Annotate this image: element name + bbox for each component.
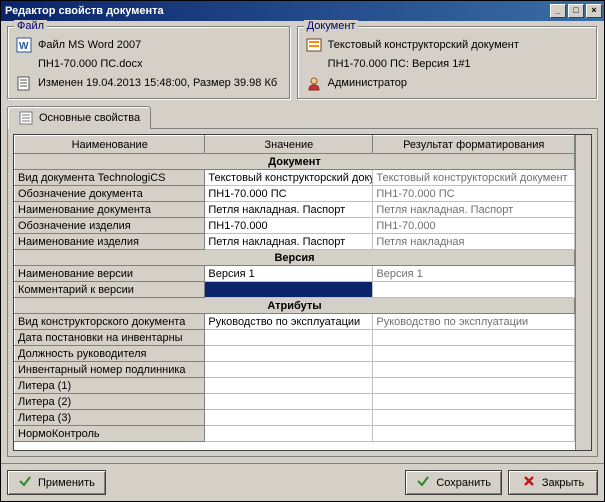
section-document: Документ — [15, 154, 575, 170]
apply-button[interactable]: Применить — [7, 470, 106, 495]
section-attributes: Атрибуты — [15, 298, 575, 314]
info-panels: Файл W Файл MS Word 2007 ПН1-70.000 ПС.d… — [7, 26, 598, 100]
file-path-label: ПН1-70.000 ПС.docx — [38, 58, 142, 70]
maximize-button[interactable]: □ — [568, 4, 584, 18]
document-properties-icon — [16, 75, 32, 91]
table-row: Наименование версииВерсия 1Версия 1 — [15, 266, 575, 282]
document-user-label: Администратор — [328, 77, 407, 89]
check-icon — [416, 474, 430, 491]
svg-text:W: W — [19, 41, 29, 52]
table-row: НормоКонтроль — [15, 426, 575, 442]
tab-main-properties[interactable]: Основные свойства — [7, 106, 151, 129]
user-icon — [306, 75, 322, 91]
file-fieldset: Файл W Файл MS Word 2007 ПН1-70.000 ПС.d… — [7, 26, 291, 100]
section-version: Версия — [15, 250, 575, 266]
document-legend: Документ — [304, 20, 359, 32]
save-button[interactable]: Сохранить — [405, 470, 502, 495]
button-bar: Применить Сохранить Закрыть — [1, 463, 604, 501]
table-row: Литера (1) — [15, 378, 575, 394]
titlebar-buttons: _ □ × — [548, 4, 602, 18]
table-row: Должность руководителя — [15, 346, 575, 362]
file-legend: Файл — [14, 20, 47, 32]
col-value[interactable]: Значение — [205, 136, 373, 154]
close-window-button[interactable]: × — [586, 4, 602, 18]
content: Файл W Файл MS Word 2007 ПН1-70.000 ПС.d… — [1, 21, 604, 463]
vertical-scrollbar[interactable] — [575, 135, 591, 450]
property-grid[interactable]: Наименование Значение Результат форматир… — [13, 134, 592, 451]
document-type-icon — [306, 37, 322, 53]
table-row: Обозначение изделияПН1-70.000ПН1-70.000 — [15, 218, 575, 234]
col-name[interactable]: Наименование — [15, 136, 205, 154]
table-row: Литера (2) — [15, 394, 575, 410]
tab-strip: Основные свойства — [7, 106, 598, 129]
window: Редактор свойств документа _ □ × Файл W … — [0, 0, 605, 502]
document-version-label: ПН1-70.000 ПС: Версия 1#1 — [328, 58, 471, 70]
table-row: Инвентарный номер подлинника — [15, 362, 575, 378]
titlebar: Редактор свойств документа _ □ × — [1, 1, 604, 21]
table-row: Вид конструкторского документаРуководств… — [15, 314, 575, 330]
table-row: Дата постановки на инвентарны — [15, 330, 575, 346]
table-row: Обозначение документаПН1-70.000 ПСПН1-70… — [15, 186, 575, 202]
check-icon — [18, 474, 32, 491]
grid-header-row: Наименование Значение Результат форматир… — [15, 136, 575, 154]
minimize-button[interactable]: _ — [550, 4, 566, 18]
properties-icon — [18, 110, 34, 126]
table-row: Литера (3) — [15, 410, 575, 426]
table-row: Наименование изделияПетля накладная. Пас… — [15, 234, 575, 250]
selected-cell[interactable] — [205, 282, 373, 298]
file-info-label: Изменен 19.04.2013 15:48:00, Размер 39.9… — [38, 77, 277, 89]
table-row: Комментарий к версии — [15, 282, 575, 298]
table-row: Наименование документаПетля накладная. П… — [15, 202, 575, 218]
word-file-icon: W — [16, 37, 32, 53]
window-title: Редактор свойств документа — [5, 5, 548, 17]
tab-sheet: Наименование Значение Результат форматир… — [7, 129, 598, 457]
col-result[interactable]: Результат форматирования — [373, 136, 575, 154]
close-icon — [522, 474, 536, 491]
close-button[interactable]: Закрыть — [508, 470, 598, 495]
document-fieldset: Документ Текстовый конструкторский докум… — [297, 26, 598, 100]
file-type-label: Файл MS Word 2007 — [38, 39, 141, 51]
table-row: Вид документа TechnologiCSТекстовый конс… — [15, 170, 575, 186]
document-type-label: Текстовый конструкторский документ — [328, 39, 519, 51]
tab-main-label: Основные свойства — [39, 112, 140, 124]
